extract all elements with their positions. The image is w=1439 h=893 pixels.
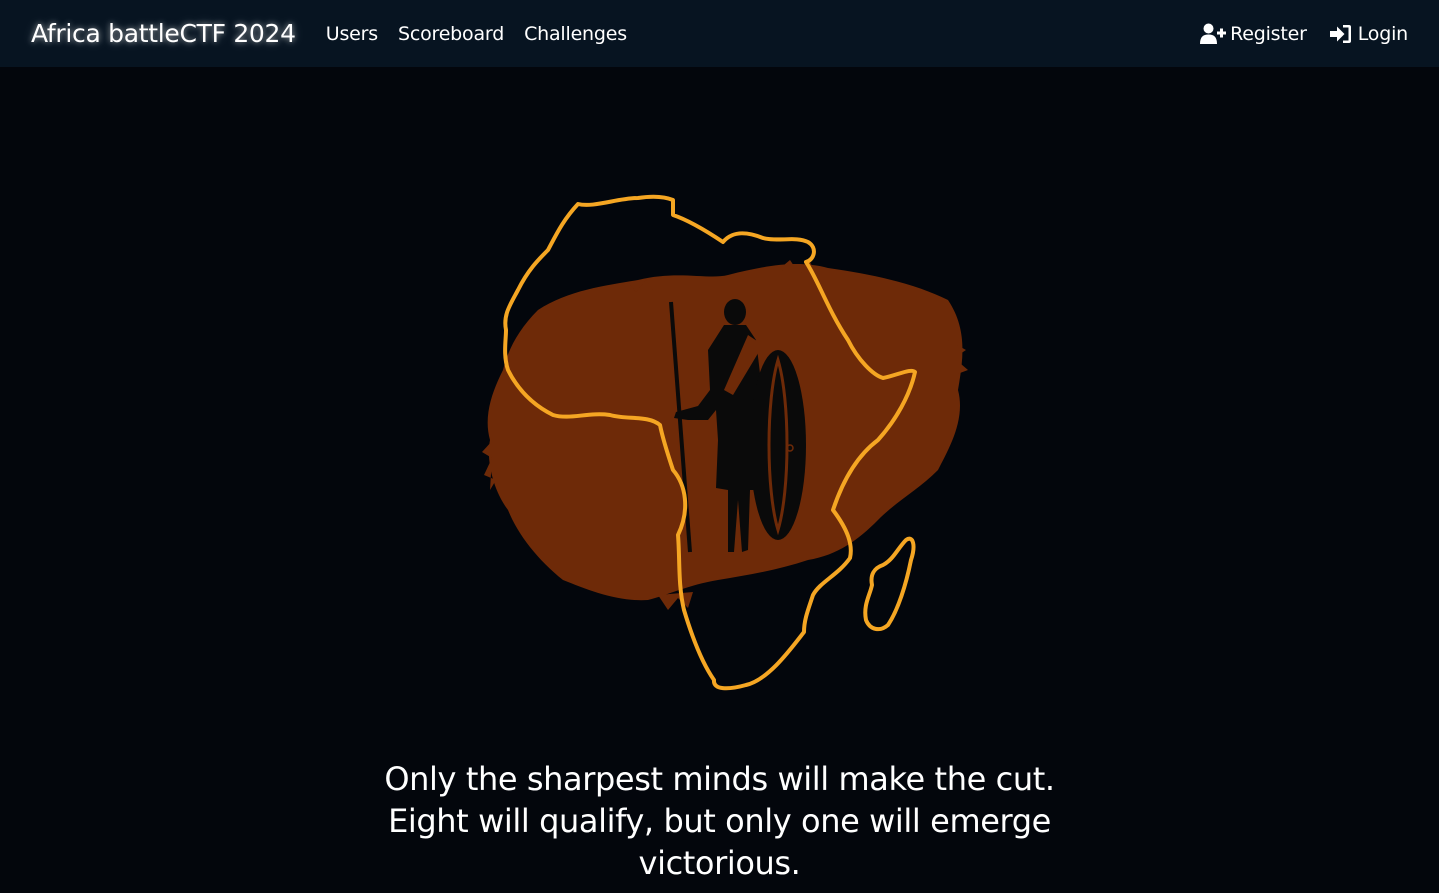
- nav-link-challenges[interactable]: Challenges: [524, 23, 627, 45]
- tagline-line-1: Only the sharpest minds will make the cu…: [384, 760, 1055, 798]
- hero-tagline: Only the sharpest minds will make the cu…: [0, 758, 1439, 884]
- tagline-line-3: victorious.: [638, 844, 801, 882]
- nav-link-users[interactable]: Users: [326, 23, 378, 45]
- warrior-head: [724, 299, 746, 325]
- user-plus-icon: [1199, 23, 1227, 45]
- auth-nav: Register Login: [1199, 23, 1408, 45]
- register-link[interactable]: Register: [1199, 23, 1307, 45]
- register-label: Register: [1230, 22, 1307, 45]
- top-navbar: Africa battleCTF 2024 Users Scoreboard C…: [0, 0, 1439, 67]
- sign-in-icon: [1327, 23, 1355, 45]
- brush-edge: [658, 592, 693, 610]
- login-label: Login: [1357, 22, 1408, 45]
- hero-logo: [478, 190, 968, 700]
- main-nav: Users Scoreboard Challenges: [326, 23, 647, 45]
- nav-link-scoreboard[interactable]: Scoreboard: [398, 23, 504, 45]
- madagascar-outline: [863, 536, 916, 632]
- shield: [750, 350, 806, 540]
- africa-warrior-logo: [482, 194, 968, 691]
- tagline-line-2: Eight will qualify, but only one will em…: [388, 802, 1051, 840]
- login-link[interactable]: Login: [1327, 23, 1408, 45]
- brand-link[interactable]: Africa battleCTF 2024: [31, 19, 296, 48]
